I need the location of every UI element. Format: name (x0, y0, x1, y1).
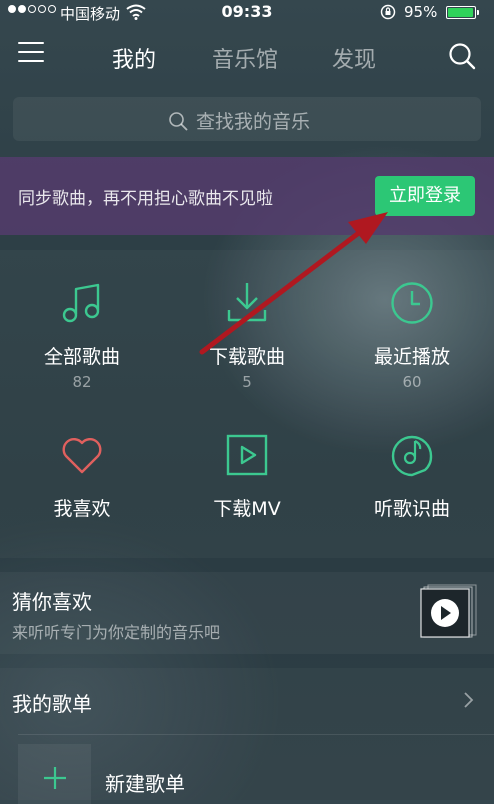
menu-icon[interactable] (18, 42, 44, 66)
grid-label-favorites[interactable]: 我喜欢 (0, 494, 164, 521)
status-bar: 中国移动 09:33 95% (0, 0, 494, 26)
plus-icon[interactable] (43, 766, 67, 790)
search-placeholder: 查找我的音乐 (196, 111, 311, 133)
chevron-right-icon[interactable] (462, 690, 476, 710)
search-icon[interactable] (448, 42, 476, 70)
new-playlist-label[interactable]: 新建歌单 (105, 768, 185, 797)
login-button[interactable]: 立即登录 (375, 176, 475, 216)
grid-label-music-recognition[interactable]: 听歌识曲 (330, 494, 494, 521)
downloaded-mv-label: 下载MV (213, 498, 281, 520)
my-playlists-title[interactable]: 我的歌单 (12, 688, 92, 717)
heart-icon (62, 438, 102, 474)
guess-you-like-title: 猜你喜欢 (12, 590, 92, 614)
favorites-label: 我喜欢 (53, 498, 111, 520)
music-note-icon (62, 283, 100, 323)
grid-item-music-recognition[interactable] (330, 432, 494, 478)
battery-percentage: 95% (404, 3, 438, 21)
all-songs-label: 全部歌曲 (43, 346, 120, 368)
play-box-icon (226, 434, 268, 476)
grid-item-favorites[interactable] (0, 432, 164, 478)
grid-item-all-songs[interactable] (0, 280, 164, 326)
downloaded-songs-count: 5 (242, 373, 252, 391)
guess-you-like-subtitle: 来听听专门为你定制的音乐吧 (12, 623, 221, 642)
clock-icon (391, 282, 433, 324)
battery-icon (446, 6, 476, 19)
recent-plays-label: 最近播放 (373, 346, 450, 368)
battery-cap (477, 10, 479, 15)
grid-item-downloaded-mv[interactable] (165, 432, 329, 478)
grid-label-downloaded-mv[interactable]: 下载MV (165, 494, 329, 521)
tab-mine[interactable]: 我的 (112, 42, 156, 74)
tab-discover[interactable]: 发现 (332, 42, 376, 74)
recent-plays-count: 60 (402, 373, 422, 391)
play-icon[interactable] (420, 583, 478, 639)
tab-music-hall[interactable]: 音乐馆 (212, 42, 278, 74)
download-icon (227, 283, 267, 322)
music-recognition-icon (391, 435, 433, 477)
login-banner-text: 同步歌曲，再不用担心歌曲不见啦 (18, 189, 273, 209)
rotation-lock-icon (380, 4, 396, 20)
downloaded-songs-label: 下载歌曲 (208, 346, 285, 368)
divider (18, 734, 494, 735)
grid-label-all-songs[interactable]: 全部歌曲 82 (0, 342, 164, 391)
music-recognition-label: 听歌识曲 (373, 498, 450, 520)
search-input[interactable]: 查找我的音乐 (168, 107, 310, 134)
all-songs-count: 82 (72, 373, 92, 391)
grid-item-downloaded-songs[interactable] (165, 280, 329, 326)
grid-label-downloaded-songs[interactable]: 下载歌曲 5 (165, 342, 329, 391)
search-field-icon (169, 111, 188, 130)
grid-label-recent-plays[interactable]: 最近播放 60 (330, 342, 494, 391)
grid-item-recent-plays[interactable] (330, 280, 494, 326)
